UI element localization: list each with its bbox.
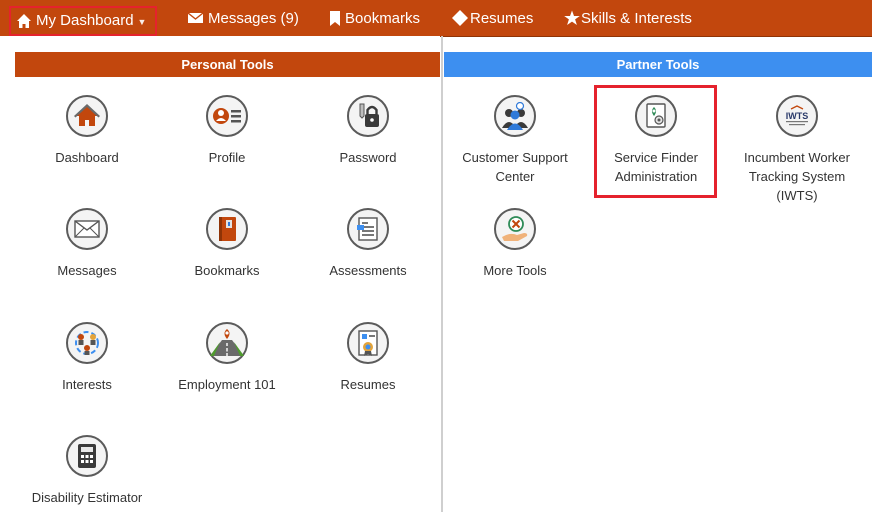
tool-profile-label: Profile xyxy=(208,150,246,165)
nav-bookmarks[interactable]: Bookmarks xyxy=(329,0,420,36)
top-nav-bar: My Dashboard ▼ Messages (9) Bookmarks Re… xyxy=(0,0,872,37)
bookmark-icon xyxy=(330,10,340,26)
star-icon xyxy=(564,10,580,25)
partner-tools-title: Partner Tools xyxy=(616,57,700,72)
profile-card-icon xyxy=(206,95,248,137)
tool-iwts-label: Incumbent Worker Tracking System (IWTS) xyxy=(744,150,850,203)
calculator-icon xyxy=(66,435,108,477)
tool-employment-101[interactable]: Employment 101 xyxy=(157,322,297,394)
nav-resumes-label: Resumes xyxy=(470,9,534,27)
tool-dashboard-label: Dashboard xyxy=(55,150,119,165)
nav-skills-interests[interactable]: Skills & Interests xyxy=(564,0,692,36)
tool-more-tools-label: More Tools xyxy=(483,263,547,278)
panel-divider xyxy=(441,36,443,512)
tool-customer-support-center-label: Customer Support Center xyxy=(462,150,568,184)
resume-document-icon xyxy=(347,322,389,364)
tool-service-finder-administration[interactable]: Service Finder Administration xyxy=(586,95,726,186)
nav-bookmarks-label: Bookmarks xyxy=(345,9,421,27)
nav-my-dashboard[interactable]: My Dashboard ▼ xyxy=(12,7,150,34)
tool-password-label: Password xyxy=(339,150,397,165)
nav-messages[interactable]: Messages (9) xyxy=(187,0,299,36)
tool-disability-estimator[interactable]: Disability Estimator xyxy=(17,435,157,507)
assessment-document-icon xyxy=(347,208,389,250)
home-icon xyxy=(66,95,108,137)
tool-profile[interactable]: Profile xyxy=(157,95,297,167)
nav-my-dashboard-label: My Dashboard xyxy=(36,12,134,29)
envelope-icon xyxy=(66,208,108,250)
diamond-icon xyxy=(452,10,468,26)
tool-assessments[interactable]: Assessments xyxy=(298,208,438,280)
tool-bookmarks-label: Bookmarks xyxy=(194,263,260,278)
tool-messages[interactable]: Messages xyxy=(17,208,157,280)
tool-resumes-label: Resumes xyxy=(340,377,396,392)
support-people-icon xyxy=(494,95,536,137)
tool-interests[interactable]: Interests xyxy=(17,322,157,394)
tool-messages-label: Messages xyxy=(57,263,117,278)
nav-messages-label: Messages (9) xyxy=(208,9,299,27)
tool-bookmarks[interactable]: Bookmarks xyxy=(157,208,297,280)
envelope-icon xyxy=(187,12,204,23)
personal-tools-title: Personal Tools xyxy=(181,57,274,72)
bookmark-book-icon xyxy=(206,208,248,250)
personal-tools-header: Personal Tools xyxy=(15,52,440,77)
tool-interests-label: Interests xyxy=(62,377,112,392)
tool-customer-support-center[interactable]: Customer Support Center xyxy=(445,95,585,186)
tool-disability-estimator-label: Disability Estimator xyxy=(31,490,143,505)
partner-tools-header: Partner Tools xyxy=(444,52,872,77)
tool-dashboard[interactable]: Dashboard xyxy=(17,95,157,167)
home-icon xyxy=(17,13,31,28)
svg-text:IWTS: IWTS xyxy=(786,111,809,121)
interests-people-icon xyxy=(66,322,108,364)
tool-iwts[interactable]: IWTS Incumbent Worker Tracking System (I… xyxy=(727,95,867,205)
tool-more-tools[interactable]: More Tools xyxy=(445,208,585,280)
tool-resumes[interactable]: Resumes xyxy=(298,322,438,394)
padlock-key-icon xyxy=(347,95,389,137)
nav-resumes[interactable]: Resumes xyxy=(452,0,533,36)
service-finder-icon xyxy=(635,95,677,137)
tool-assessments-label: Assessments xyxy=(329,263,407,278)
road-pin-icon xyxy=(206,322,248,364)
tool-employment-101-label: Employment 101 xyxy=(178,377,276,392)
tool-password[interactable]: Password xyxy=(298,95,438,167)
chevron-down-icon: ▼ xyxy=(137,17,147,27)
hand-tools-icon xyxy=(494,208,536,250)
iwts-logo-icon: IWTS xyxy=(776,95,818,137)
tool-service-finder-administration-label: Service Finder Administration xyxy=(614,150,698,184)
nav-skills-label: Skills & Interests xyxy=(581,9,692,27)
